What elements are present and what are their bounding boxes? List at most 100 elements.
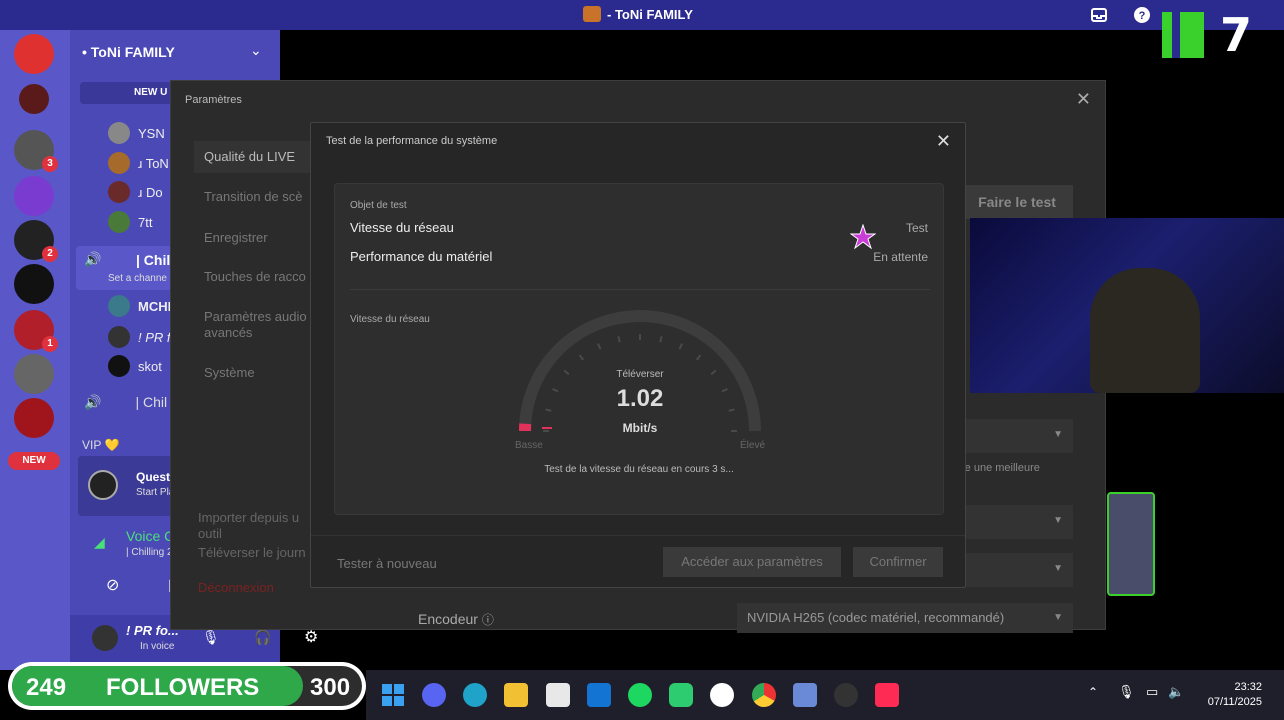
clock-date: 07/11/2025 (1207, 696, 1262, 708)
member-name: ɹ ToN (138, 155, 169, 171)
notification-badge: 3 (42, 156, 58, 172)
gauge-tick (695, 354, 702, 361)
encoder-select[interactable]: NVIDIA H265 (codec matériel, recommandé)… (737, 603, 1073, 633)
dialog-footer: Tester à nouveau Accéder aux paramètres … (311, 535, 965, 588)
help-icon[interactable]: ? (1133, 6, 1151, 24)
obs-icon[interactable] (710, 683, 734, 707)
voice-member[interactable]: skot (108, 355, 162, 377)
gauge-low-label: Basse (515, 440, 543, 451)
notification-badge: 2 (42, 246, 58, 262)
column-header: Objet de test (350, 200, 407, 211)
test-panel: Objet de test Vitesse du réseau Test Per… (334, 183, 944, 515)
avatar (108, 295, 130, 317)
gear-icon[interactable]: ⚙ (304, 627, 318, 647)
dropdown[interactable]: ▼ (961, 505, 1073, 539)
dropdown[interactable]: ▼ (961, 419, 1073, 453)
import-nav-item[interactable]: Importer depuis u outil (198, 510, 318, 542)
server-icon[interactable]: 1 (14, 310, 58, 352)
gauge-label: Téléverser (616, 369, 664, 380)
tiktok-icon[interactable] (875, 683, 899, 707)
voice-channel-name: | Chil (136, 252, 171, 268)
gauge-tick (659, 336, 663, 343)
headphones-icon[interactable]: 🎧 (254, 629, 271, 646)
gauge-tick (617, 336, 621, 343)
category-vip[interactable]: VIP 💛 (82, 438, 119, 452)
encoder-label: Encodeur ⓘ (418, 611, 494, 628)
voice-member[interactable]: ɹ Do (108, 181, 163, 203)
start-icon[interactable] (381, 683, 405, 707)
chrome-icon[interactable] (752, 683, 776, 707)
close-icon[interactable]: ✕ (1076, 89, 1091, 110)
microphone-icon[interactable]: 🎙 (1118, 684, 1135, 700)
test-item-label: Vitesse du réseau (350, 220, 454, 235)
inbox-icon[interactable] (1090, 6, 1108, 24)
window-title: - ToNi FAMILY (583, 6, 693, 22)
server-name[interactable]: • ToNi FAMILY (82, 44, 175, 60)
server-icon[interactable]: 2 (14, 220, 58, 262)
upload-log-nav-item[interactable]: Téléverser le journ (198, 545, 306, 560)
chevron-up-icon[interactable]: ⌃ (1088, 685, 1098, 699)
voice-member[interactable]: YSN (108, 122, 165, 144)
discord-home-icon[interactable] (14, 34, 54, 74)
quest-icon (88, 470, 118, 500)
app-icon[interactable] (834, 683, 858, 707)
encoder-label-text: Encodeur (418, 611, 478, 627)
server-icon[interactable] (14, 264, 54, 304)
speaker-icon: 🔊 (84, 251, 102, 267)
voice-member[interactable]: MCHI (108, 295, 171, 317)
svg-text:?: ? (1139, 10, 1146, 22)
caret-down-icon: ▼ (1053, 563, 1063, 574)
voice-channel-name: | Chil (135, 394, 168, 410)
divider (350, 289, 930, 290)
app-icon[interactable] (793, 683, 817, 707)
voice-member[interactable]: ! PR f (108, 326, 171, 348)
info-icon[interactable]: ⓘ (482, 613, 494, 627)
store-icon[interactable] (546, 683, 570, 707)
gauge-value: 1.02 (616, 385, 664, 412)
followers-bar: 249 FOLLOWERS 300 (12, 666, 362, 706)
new-server-pill[interactable]: NEW (8, 452, 60, 470)
retest-button[interactable]: Tester à nouveau (337, 556, 437, 571)
server-icon[interactable] (14, 398, 54, 438)
server-icon[interactable] (14, 176, 54, 216)
speaker-icon: 🔊 (84, 394, 102, 410)
confirm-button[interactable]: Confirmer (853, 547, 943, 577)
hint-text: re une meilleure (961, 462, 1040, 474)
voice-channel[interactable]: 🔊 | Chil (84, 394, 167, 411)
server-icon[interactable] (19, 84, 49, 114)
dropdown[interactable]: ▼ (961, 553, 1073, 587)
kick-logo (1162, 12, 1204, 58)
microphone-icon[interactable]: 🎙 (202, 629, 220, 646)
voice-member[interactable]: 7tt (108, 211, 152, 233)
server-icon[interactable]: 3 (14, 130, 58, 172)
access-settings-button[interactable]: Accéder aux paramètres (663, 547, 841, 577)
avatar[interactable] (92, 625, 118, 651)
spotify-icon[interactable] (628, 683, 652, 707)
server-icon[interactable] (14, 354, 54, 394)
volume-icon[interactable]: 🔈 (1168, 684, 1184, 700)
edge-icon[interactable] (463, 683, 487, 707)
app-icon[interactable] (669, 683, 693, 707)
followers-goal-widget: 249 FOLLOWERS 300 (8, 662, 366, 710)
avatar (108, 326, 130, 348)
network-icon[interactable]: ▭ (1146, 684, 1158, 700)
logout-nav-item[interactable]: Déconnexion (198, 580, 274, 595)
discord-icon[interactable] (422, 683, 446, 707)
camera-off-icon[interactable]: ⊘ (106, 575, 119, 595)
performance-test-dialog: Test de la performance du système ✕ Obje… (310, 122, 966, 588)
chevron-down-icon[interactable]: ⌄ (250, 42, 262, 59)
run-test-button[interactable]: Faire le test (961, 185, 1073, 219)
channel-status: Set a channe (108, 273, 167, 284)
loading-cursor-icon (850, 224, 876, 250)
encoder-value: NVIDIA H265 (codec matériel, recommandé) (747, 610, 1005, 625)
nav-item[interactable]: Paramètres audio avancés (204, 309, 314, 341)
close-icon[interactable]: ✕ (936, 131, 951, 152)
folder-icon[interactable] (504, 683, 528, 707)
clock[interactable]: 23:32 07/11/2025 (1208, 680, 1262, 710)
voice-member[interactable]: ɹ ToN (108, 152, 169, 174)
gauge-high-label: Élevé (739, 440, 765, 451)
speed-gauge: Téléverser 1.02 Mbit/s Basse Élevé (515, 309, 765, 451)
outlook-icon[interactable] (587, 683, 611, 707)
server-icon (583, 6, 601, 22)
user-status: In voice (140, 641, 175, 652)
